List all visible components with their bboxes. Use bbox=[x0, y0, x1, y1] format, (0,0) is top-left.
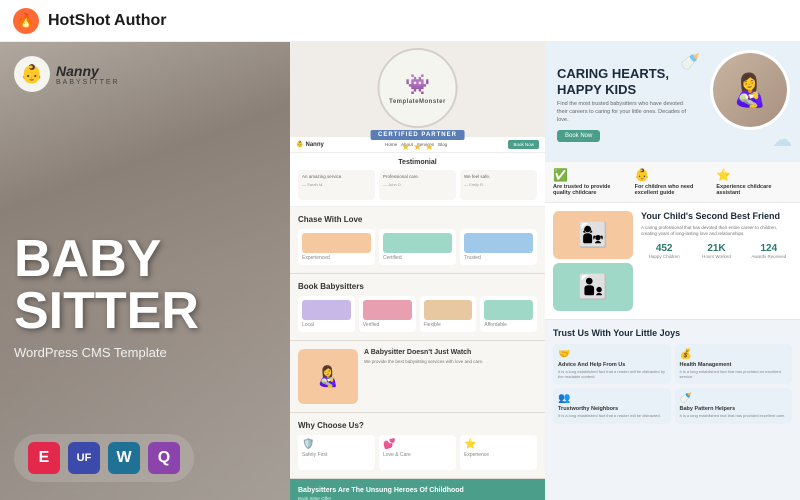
hotshot-logo-icon: 🔥 bbox=[12, 7, 40, 35]
choose-card-2: Certified bbox=[379, 229, 456, 265]
book-items: Local Verified Flexible Affordable bbox=[298, 296, 537, 332]
doesnt-watch-block: 👩‍🍼 A Babysitter Doesn't Just Watch We p… bbox=[290, 341, 545, 413]
tm-label: TemplateMonster bbox=[389, 99, 446, 105]
book-card-3: Flexible bbox=[420, 296, 477, 332]
why-choose-block: Why Choose Us? 🛡️ Safety First 💕 Love & … bbox=[290, 413, 545, 479]
nav-book-btn[interactable]: Book Now bbox=[508, 140, 539, 149]
center-panel: 👾 TemplateMonster CERTIFIED PARTNER ★ ★ … bbox=[290, 42, 545, 500]
trust-grid: 🤝 Advice And Help From Us It is a long e… bbox=[553, 344, 792, 424]
child-photo-2: 👨‍👦 bbox=[553, 263, 633, 311]
stat-1: 452 Happy Children bbox=[641, 243, 687, 259]
heroes-block: Babysitters Are The Unsung Heroes Of Chi… bbox=[290, 479, 545, 500]
deco-bottle: 🍼 bbox=[680, 52, 700, 72]
child-section: 👩‍👧 👨‍👦 Your Child's Second Best Friend … bbox=[545, 203, 800, 320]
brand-icon: 👶 bbox=[14, 56, 50, 92]
header-title: HotShot Author bbox=[48, 12, 166, 30]
stat-3: 124 Awards Received bbox=[746, 243, 792, 259]
brand-text-area: Nanny BABYSITTER bbox=[56, 63, 120, 86]
right-hero-btn[interactable]: Book Now bbox=[557, 130, 600, 142]
elementor-icon: E bbox=[28, 442, 60, 474]
hero-text-area: BABY SITTER WordPress CMS Template bbox=[14, 233, 199, 360]
wordpress-icon: W bbox=[108, 442, 140, 474]
quform-icon: Q bbox=[148, 442, 180, 474]
brand-logo-area: 👶 Nanny BABYSITTER bbox=[14, 56, 120, 92]
feature-2: 👶 For children who need excellent guide bbox=[635, 168, 711, 196]
template-monster-badge: 👾 TemplateMonster CERTIFIED PARTNER ★ ★ … bbox=[370, 48, 465, 153]
why-card-2: 💕 Love & Care bbox=[379, 435, 456, 470]
trust-card-3: 👥 Trustworthy Neighbors It is a long est… bbox=[553, 388, 671, 423]
choose-block: Chase With Love Experienced Certified Tr… bbox=[290, 207, 545, 274]
nav-brand: 👶 Nanny bbox=[296, 141, 324, 148]
testimonial-card-1: An amazing service. — Sarah M. bbox=[298, 170, 375, 200]
right-hero-photo: 👩‍🍼 bbox=[710, 50, 790, 130]
tech-icons-bar: E UF W Q bbox=[14, 434, 194, 482]
why-choose-title: Why Choose Us? bbox=[298, 421, 537, 430]
deco-cloud: ☁ bbox=[772, 127, 792, 152]
child-text: Your Child's Second Best Friend A caring… bbox=[641, 211, 792, 259]
feature-3: ⭐ Experience childcare assistant bbox=[716, 168, 792, 196]
hero-subtitle: WordPress CMS Template bbox=[14, 345, 199, 360]
tm-stars: ★ ★ ★ bbox=[401, 142, 433, 153]
features-row: ✅ Are trusted to provide quality childca… bbox=[545, 162, 800, 203]
right-hero-title: CARING HEARTS, HAPPY KIDS bbox=[557, 66, 687, 97]
child-photo-1: 👩‍👧 bbox=[553, 211, 633, 259]
book-title: Book Babysitters bbox=[298, 282, 537, 291]
trust-card-2: 💰 Health Management It is a long establi… bbox=[675, 344, 793, 384]
uf-icon: UF bbox=[68, 442, 100, 474]
testimonial-cards: An amazing service. — Sarah M. Professio… bbox=[298, 170, 537, 200]
tm-monster-icon: 👾 bbox=[405, 72, 430, 97]
main-content: 👶 Nanny BABYSITTER BABY SITTER WordPress… bbox=[0, 42, 800, 500]
stat-2: 21K Hours Worked bbox=[693, 243, 739, 259]
right-hero-photo-inner: 👩‍🍼 bbox=[713, 53, 787, 127]
doesnt-watch-image: 👩‍🍼 bbox=[298, 349, 358, 404]
right-hero-desc: Find the most trusted babysitters who ha… bbox=[557, 101, 687, 124]
child-photos: 👩‍👧 👨‍👦 bbox=[553, 211, 633, 311]
trust-section: Trust Us With Your Little Joys 🤝 Advice … bbox=[545, 320, 800, 432]
right-panel: 🍼 ☁ 👩‍🍼 CARING HEARTS, HAPPY KIDS Find t… bbox=[545, 42, 800, 500]
trust-card-1: 🤝 Advice And Help From Us It is a long e… bbox=[553, 344, 671, 384]
feature-1: ✅ Are trusted to provide quality childca… bbox=[553, 168, 629, 196]
header-bar: 🔥 HotShot Author bbox=[0, 0, 800, 42]
choose-title: Chase With Love bbox=[298, 215, 537, 224]
center-inner: 👶 Nanny Home About Services Blog Book No… bbox=[290, 137, 545, 500]
why-card-3: ⭐ Experience bbox=[460, 435, 537, 470]
right-scroll: 🍼 ☁ 👩‍🍼 CARING HEARTS, HAPPY KIDS Find t… bbox=[545, 42, 800, 432]
child-title: Your Child's Second Best Friend bbox=[641, 211, 792, 222]
choose-items: Experienced Certified Trusted bbox=[298, 229, 537, 265]
hero-line2: SITTER bbox=[14, 285, 199, 337]
testimonial-title: Testimonial bbox=[298, 159, 537, 166]
right-hero: 🍼 ☁ 👩‍🍼 CARING HEARTS, HAPPY KIDS Find t… bbox=[545, 42, 800, 162]
testimonial-card-2: Professional care. — John D. bbox=[379, 170, 456, 200]
left-panel: 👶 Nanny BABYSITTER BABY SITTER WordPress… bbox=[0, 42, 290, 500]
tm-badge-inner: 👾 TemplateMonster bbox=[377, 48, 457, 128]
hero-title: BABY SITTER bbox=[14, 233, 199, 337]
svg-text:🔥: 🔥 bbox=[17, 12, 34, 29]
brand-name: Nanny bbox=[56, 63, 120, 79]
choose-card-1: Experienced bbox=[298, 229, 375, 265]
hero-line1: BABY bbox=[14, 233, 199, 285]
stats-inline: 452 Happy Children 21K Hours Worked 124 … bbox=[641, 243, 792, 259]
choose-card-3: Trusted bbox=[460, 229, 537, 265]
book-block: Book Babysitters Local Verified Flexible bbox=[290, 274, 545, 341]
heroes-text: Babysitters Are The Unsung Heroes Of Chi… bbox=[298, 487, 537, 500]
doesnt-watch-text: A Babysitter Doesn't Just Watch We provi… bbox=[364, 349, 537, 365]
tm-certified-ribbon: CERTIFIED PARTNER bbox=[370, 130, 465, 140]
book-card-2: Verified bbox=[359, 296, 416, 332]
child-desc: A caring professional that has devoted t… bbox=[641, 225, 792, 238]
book-card-4: Affordable bbox=[480, 296, 537, 332]
trust-card-4: 🍼 Baby Pattern Helpers It is a long esta… bbox=[675, 388, 793, 423]
book-card-1: Local bbox=[298, 296, 355, 332]
brand-subtitle: BABYSITTER bbox=[56, 79, 120, 86]
why-card-1: 🛡️ Safety First bbox=[298, 435, 375, 470]
testimonial-card-3: We feel safe. — Emily R. bbox=[460, 170, 537, 200]
trust-title: Trust Us With Your Little Joys bbox=[553, 328, 792, 338]
testimonial-block: Testimonial An amazing service. — Sarah … bbox=[290, 153, 545, 207]
